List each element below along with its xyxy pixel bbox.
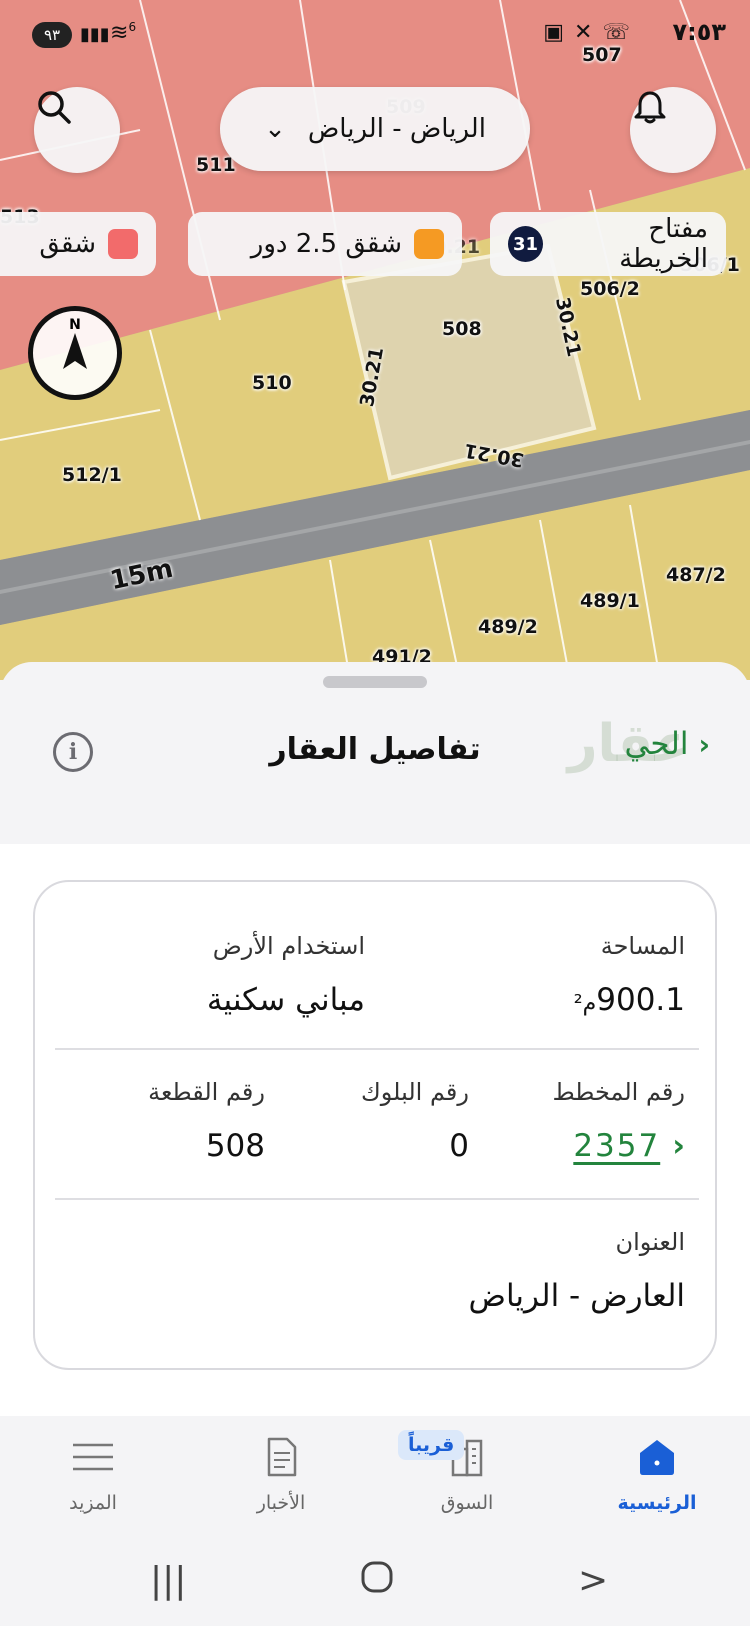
area-field: المساحة 900.1م² [568,932,685,1018]
city-selector-label: الرياض - الرياض [307,114,486,144]
home-icon [640,1440,674,1475]
plot-label: 489/2 [478,616,538,638]
nav-item-news[interactable]: الأخبار [216,1432,346,1514]
address-field: العنوان العارض - الرياض [468,1228,685,1314]
menu-icon [73,1443,113,1471]
plot-label: 487/2 [666,564,726,586]
nav-item-label: الأخبار [256,1492,306,1514]
map-view[interactable]: 507 509 511 513 506/1 506/2 508 510 512/… [0,0,750,680]
notifications-button[interactable] [630,87,716,173]
nav-item-label: السوق [440,1492,494,1514]
land-use-value: مباني سكنية [206,982,365,1018]
land-use-field: استخدام الأرض مباني سكنية [207,932,365,1018]
battery-indicator: ٩٣ [32,22,72,48]
area-label: المساحة [600,932,685,960]
legend-chip-apartments[interactable]: شقق [0,212,156,276]
wifi-icon: ≋6 [110,20,137,46]
plot-number-label: رقم القطعة [148,1078,265,1106]
system-navigation-bar: ||| > [0,1540,750,1626]
plot-label: 511 [196,154,236,176]
neighborhood-link-label: الحي [624,726,689,762]
nav-item-label: المزيد [69,1492,117,1514]
chevron-left-icon: ‹ [672,1128,685,1164]
address-label: العنوان [615,1228,686,1256]
legend-color-swatch [414,229,444,259]
bell-icon [634,91,666,124]
nav-item-home[interactable]: الرئيسية [592,1432,722,1514]
divider [55,1198,699,1200]
nav-item-more[interactable]: المزيد [28,1432,158,1514]
neighborhood-back-link[interactable]: ‹ الحي [625,726,710,762]
home-system-button[interactable] [360,1560,394,1603]
address-value: العارض - الرياض [468,1278,685,1314]
plot-number-value: 508 [205,1128,265,1164]
recent-apps-button[interactable]: ||| [150,1560,186,1601]
plan-number-value: 2357 [573,1128,661,1164]
plot-label: 489/1 [580,590,640,612]
bottom-navigation: الرئيسية السوق الأخبار المزيد [0,1420,750,1530]
chevron-down-icon: ⌄ [264,114,286,144]
search-button[interactable] [34,87,120,173]
block-number-label: رقم البلوك [360,1078,469,1106]
compass-button[interactable]: N [28,306,122,400]
property-info-card: المساحة 900.1م² استخدام الأرض مباني سكني… [33,880,717,1370]
plan-number-field: رقم المخطط ‹ 2357 [553,1078,685,1164]
legend-color-swatch [108,229,138,259]
plot-number-field: رقم القطعة 508 [148,1078,265,1164]
legend-chip-label: شقق [39,229,96,259]
plan-number-link[interactable]: ‹ 2357 [553,1128,685,1164]
legend-chip-apartments-2-5-floors[interactable]: شقق 2.5 دور [188,212,462,276]
status-bar: ٩٣ ▮▮▮ ≋6 ▣✕☏ ٧:٥٣ [0,0,750,70]
land-use-label: استخدام الأرض [212,932,365,960]
sheet-grabber[interactable] [323,676,427,688]
signal-icon: ▮▮▮ [80,24,110,45]
wifi-badge: 6 [128,20,137,34]
plot-label: 508 [442,318,482,340]
sheet-body: المساحة 900.1م² استخدام الأرض مباني سكني… [0,844,750,1416]
home-circle-icon [361,1561,393,1593]
legend-chip-label: شقق 2.5 دور [250,229,402,259]
map-key-button[interactable]: مفتاح الخريطة 31 [490,212,726,276]
sheet-header: i تفاصيل العقار عقار ‹ الحي [0,702,750,812]
compass-icon: N [63,317,87,369]
search-icon [38,91,71,124]
area-number: 900.1 [596,982,685,1018]
compass-north-letter: N [69,317,81,333]
divider [55,1048,699,1050]
clock: ٧:٥٣ [672,18,726,46]
chevron-left-icon: ‹ [698,727,710,761]
coming-soon-badge: قريباً [398,1430,465,1460]
news-icon [267,1437,297,1477]
plot-label: 510 [252,372,292,394]
map-key-label: مفتاح الخريطة [619,214,708,274]
back-system-button[interactable]: > [578,1560,608,1601]
nav-item-label: الرئيسية [617,1492,697,1514]
area-unit: م² [573,991,597,1016]
block-number-field: رقم البلوك 0 [361,1078,469,1164]
block-number-value: 0 [449,1128,469,1164]
plan-number-label: رقم المخطط [552,1078,685,1106]
notification-icons: ▣✕☏ [543,20,640,45]
city-selector[interactable]: ⌄ الرياض - الرياض [220,87,530,171]
map-key-count-badge: 31 [508,226,544,262]
plot-label: 506/2 [580,278,640,300]
area-value: 900.1م² [568,982,685,1018]
plot-label: 512/1 [62,464,122,486]
